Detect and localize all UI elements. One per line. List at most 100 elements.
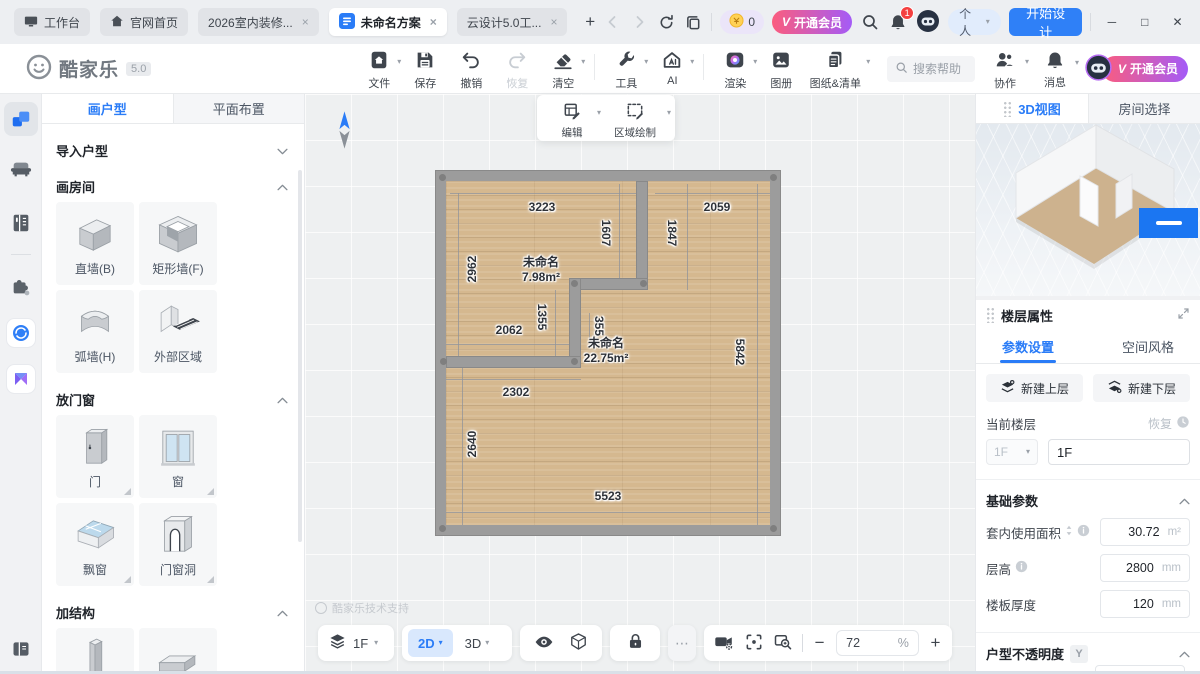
floor-name-input[interactable]	[1048, 439, 1190, 465]
maximize-button[interactable]: □	[1132, 9, 1157, 35]
mode-3d-button[interactable]: 3D ▾	[455, 636, 500, 651]
rail-custom-cabinet-tool[interactable]	[4, 206, 38, 240]
close-icon[interactable]: ×	[550, 15, 557, 29]
info-icon[interactable]	[1077, 524, 1090, 540]
zoom-region-icon[interactable]	[773, 632, 793, 655]
inner-wall[interactable]	[446, 356, 581, 368]
expand-icon[interactable]	[1177, 307, 1190, 323]
wall-joint[interactable]	[770, 174, 777, 181]
dimension-label[interactable]: 5523	[595, 489, 622, 503]
tool-pillar[interactable]	[56, 628, 134, 674]
messages-button[interactable]: 消息 ▾	[1035, 47, 1075, 90]
wall-joint[interactable]	[571, 358, 578, 365]
tool-opening[interactable]: 门窗洞	[139, 503, 217, 586]
album-button[interactable]: 图册	[758, 46, 804, 91]
close-button[interactable]: ✕	[1165, 9, 1190, 35]
scrollbar[interactable]	[298, 170, 302, 542]
account-menu[interactable]: 个人 ▾	[948, 9, 1001, 35]
region-draw-button[interactable]: 区域绘制 ▾	[603, 99, 667, 140]
new-tab-button[interactable]: +	[577, 9, 602, 35]
new-upper-floor-button[interactable]: 新建上层	[986, 374, 1083, 402]
rail-furniture-tool[interactable]	[4, 152, 38, 186]
wall-joint[interactable]	[571, 280, 578, 287]
dimension-label[interactable]: 2062	[496, 323, 523, 337]
ai-button[interactable]: AI ▾	[649, 46, 695, 87]
render-button[interactable]: 渲染 ▾	[712, 46, 758, 91]
new-lower-floor-button[interactable]: 新建下层	[1093, 374, 1190, 402]
zoom-in-button[interactable]: +	[928, 633, 943, 653]
assistant-avatar[interactable]	[916, 9, 940, 36]
zoom-out-button[interactable]: −	[812, 633, 827, 653]
tab-renovation[interactable]: 2026室内装修... ×	[198, 8, 319, 36]
rail-plugins-tool[interactable]	[4, 270, 38, 304]
drag-handle-icon[interactable]	[986, 307, 995, 323]
tab-draw-floorplan[interactable]: 画户型	[42, 94, 173, 123]
dimension-label[interactable]: 1607	[599, 220, 613, 247]
tab-homepage[interactable]: 官网首页	[100, 8, 188, 36]
close-icon[interactable]: ×	[302, 15, 309, 29]
usable-area-input[interactable]: 30.72 m²	[1100, 518, 1190, 546]
tab-plane-layout[interactable]: 平面布置	[173, 94, 305, 123]
dimension-label[interactable]: 3223	[529, 200, 556, 214]
section-draw-room[interactable]: 画房间	[56, 176, 296, 196]
wall-joint[interactable]	[770, 525, 777, 532]
dimension-label[interactable]: 5842	[733, 339, 747, 366]
drawings-list-button[interactable]: 图纸&清单 ▾	[804, 46, 866, 91]
dimension-label[interactable]: 1355	[535, 304, 549, 331]
copy-icon[interactable]	[684, 12, 703, 32]
clear-button[interactable]: 清空 ▾	[540, 46, 586, 91]
dimension-label[interactable]: 2962	[465, 256, 479, 283]
search-icon[interactable]	[860, 12, 879, 32]
back-icon[interactable]	[603, 12, 622, 32]
drag-handle-icon[interactable]	[1003, 101, 1012, 117]
tab-cloud-design[interactable]: 云设计5.0工... ×	[457, 8, 568, 36]
wall-joint[interactable]	[439, 525, 446, 532]
tab-workbench[interactable]: 工作台	[14, 8, 90, 36]
focus-center-icon[interactable]	[744, 632, 764, 655]
section-import-floorplan[interactable]: 导入户型	[56, 140, 296, 160]
lock-icon[interactable]	[626, 632, 645, 654]
wall-joint[interactable]	[640, 280, 647, 287]
tab-space-style[interactable]: 空间风格	[1122, 330, 1174, 363]
zoom-level-input[interactable]: 72 %	[836, 630, 919, 656]
dimension-label[interactable]: 2302	[503, 385, 530, 399]
dimension-label[interactable]: 2059	[704, 200, 731, 214]
wall-joint[interactable]	[439, 174, 446, 181]
tool-window[interactable]: 窗	[139, 415, 217, 498]
sort-updown-icon[interactable]	[1065, 525, 1073, 539]
inner-wall[interactable]	[636, 181, 648, 290]
room-label[interactable]: 未命名 22.75m²	[584, 336, 629, 366]
section-doors-windows[interactable]: 放门窗	[56, 389, 296, 409]
minimize-button[interactable]: ─	[1099, 9, 1124, 35]
rail-ai-assistant-tool[interactable]	[4, 316, 38, 350]
tool-exterior-area[interactable]: 外部区域	[139, 290, 217, 373]
room-label[interactable]: 未命名 7.98m²	[522, 255, 560, 285]
tool-straight-wall[interactable]: 直墙(B)	[56, 202, 134, 285]
dimension-label[interactable]: 355	[592, 316, 606, 336]
cube-icon[interactable]	[569, 632, 588, 654]
tool-arc-wall[interactable]: 弧墙(H)	[56, 290, 134, 373]
floorplan-canvas[interactable]: 编辑 ▾ 区域绘制 ▾	[305, 94, 975, 674]
tool-door[interactable]: 门	[56, 415, 134, 498]
file-button[interactable]: 文件 ▾	[356, 46, 402, 91]
dimension-label[interactable]: 2640	[465, 431, 479, 458]
close-icon[interactable]: ×	[430, 15, 437, 29]
save-button[interactable]: 保存	[402, 46, 448, 91]
camera-settings-icon[interactable]	[713, 631, 735, 656]
notifications-button[interactable]: 1	[887, 11, 908, 33]
rail-partner-tool[interactable]	[4, 362, 38, 396]
rail-layout-panel-toggle[interactable]	[4, 632, 38, 666]
inner-wall[interactable]	[569, 278, 581, 368]
tool-rect-wall[interactable]: 矩形墙(F)	[139, 202, 217, 285]
vip-upgrade-button[interactable]: V开通会员	[1085, 54, 1188, 84]
tool-beam[interactable]	[139, 628, 217, 674]
tab-parameter-settings[interactable]: 参数设置	[1002, 330, 1054, 363]
tab-room-select[interactable]: 房间选择	[1088, 94, 1200, 123]
help-search-input[interactable]: 搜索帮助	[887, 56, 975, 82]
floor-selector-group[interactable]: 1F ▾	[318, 625, 394, 661]
dimension-label[interactable]: 1847	[665, 220, 679, 247]
start-design-button[interactable]: 开始设计	[1009, 8, 1083, 36]
section-add-structure[interactable]: 加结构	[56, 602, 296, 622]
floor-height-input[interactable]: 2800 mm	[1100, 554, 1190, 582]
refresh-icon[interactable]	[657, 12, 676, 32]
